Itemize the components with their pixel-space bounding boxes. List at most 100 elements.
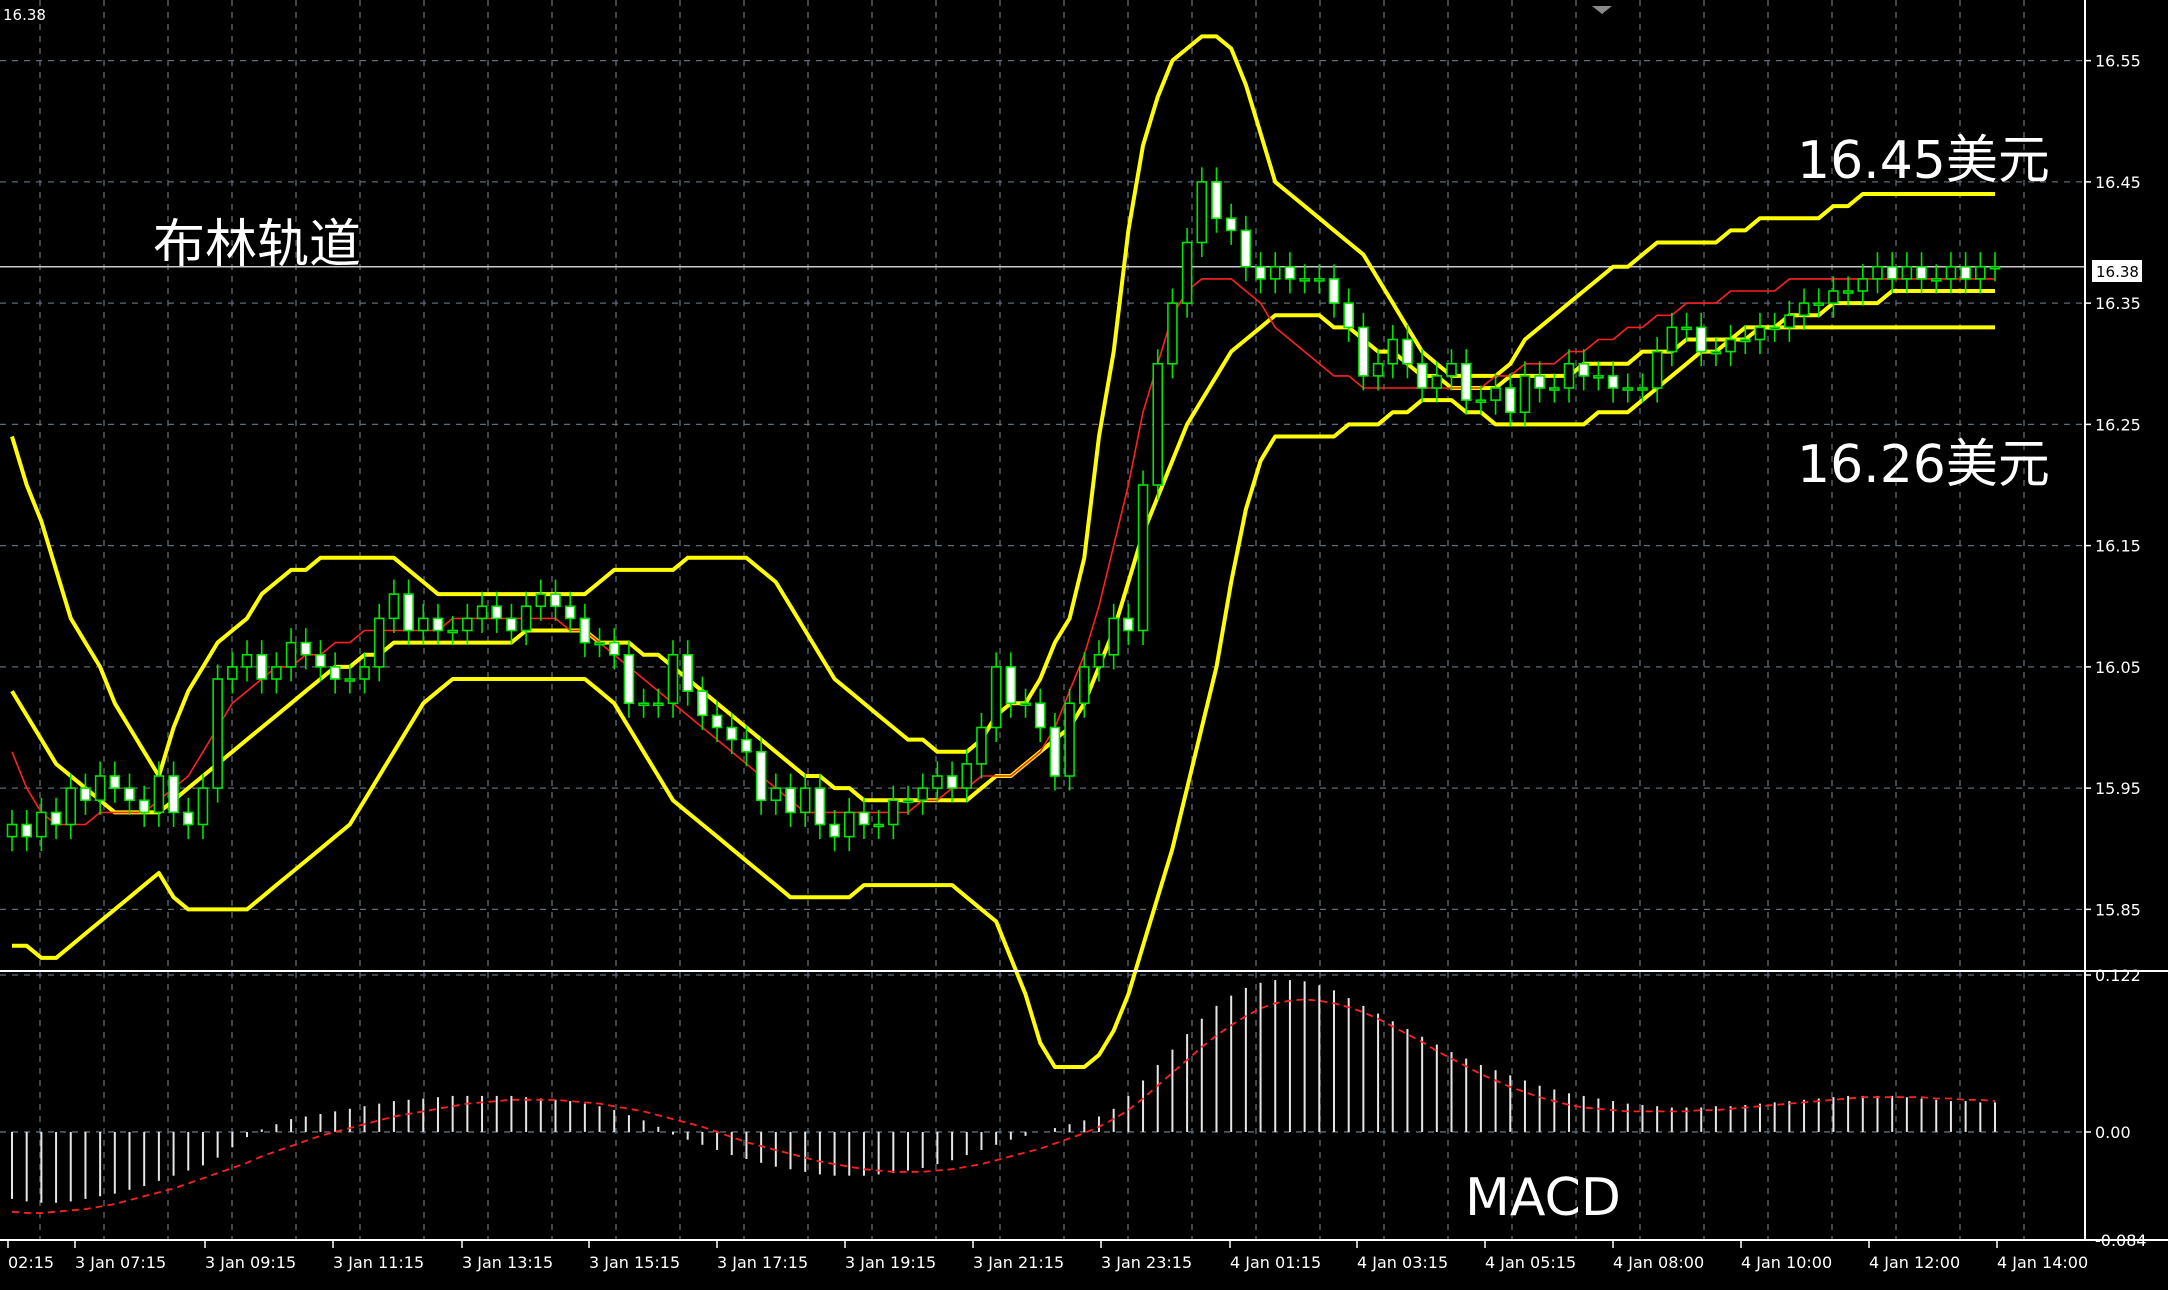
x-tick-label: 4 Jan 01:15 (1230, 1253, 1321, 1272)
x-tick-label: 4 Jan 12:00 (1869, 1253, 1960, 1272)
candle-down (1416, 362, 1428, 389)
candle-down (1034, 702, 1046, 729)
candle-up (197, 787, 209, 826)
candle-down (506, 617, 517, 632)
candle-down (21, 823, 32, 838)
candle-down (138, 799, 150, 814)
candle-down (1328, 278, 1340, 304)
price-chart: 16.55 16.45 16.35 16.25 16.15 16.05 15.95 15.85… (0, 0, 2168, 1290)
candle-up (388, 593, 400, 620)
candle-up (1490, 387, 1501, 401)
candle-down (1255, 265, 1266, 280)
macd-tick-label: 0.00 (2095, 1123, 2131, 1142)
y-tick-label: 16.15 (2095, 537, 2141, 556)
candle-up (1431, 375, 1443, 389)
candle-down (1504, 387, 1516, 414)
candle-down (168, 775, 179, 814)
candle-down (785, 787, 796, 814)
candle-up (594, 641, 605, 646)
candle-down (711, 714, 723, 729)
candle-up (1681, 326, 1692, 331)
candle-up (1519, 375, 1531, 414)
candle-up (1857, 278, 1869, 292)
candle-up (990, 666, 1002, 729)
candle-down (432, 617, 444, 632)
candle-up (888, 799, 899, 826)
lower-band-value-label: 16.26美元 (1797, 435, 2050, 495)
y-tick-label: 16.05 (2095, 658, 2141, 677)
candle-up (344, 678, 356, 682)
candle-up (153, 775, 165, 814)
x-tick-label: 4 Jan 10:00 (1741, 1253, 1832, 1272)
candle-down (579, 617, 591, 644)
candle-up (1842, 290, 1854, 294)
candle-up (1196, 181, 1208, 244)
candle-up (976, 726, 987, 765)
candle-up (1754, 326, 1766, 341)
candle-down (1916, 265, 1927, 280)
candle-up (476, 605, 488, 620)
candle-down (829, 823, 840, 838)
candle-down (1695, 326, 1707, 353)
candle-up (1563, 362, 1575, 389)
candle-up (271, 666, 282, 680)
candle-up (667, 653, 679, 705)
candle-down (623, 653, 635, 705)
candle-down (50, 811, 62, 826)
candle-up (1666, 326, 1678, 353)
candle-up (1901, 265, 1913, 280)
candle-up (6, 823, 18, 838)
x-tick-label: 3 Jan 15:15 (589, 1253, 680, 1272)
corner-price-label: 16.38 (3, 6, 46, 24)
candle-up (770, 787, 782, 802)
candle-up (1269, 265, 1281, 280)
candle-up (902, 799, 914, 804)
x-tick-label: 3 Jan 09:15 (205, 1253, 296, 1272)
candle-down (182, 811, 194, 826)
candle-down (1211, 181, 1222, 220)
candle-down (682, 653, 693, 692)
candle-down (1607, 375, 1619, 389)
candle-up (873, 823, 884, 828)
candle-down (1402, 338, 1413, 365)
candle-up (1798, 302, 1810, 317)
candle-up (94, 775, 106, 802)
current-price-label: 16.38 (2096, 263, 2139, 281)
candle-up (241, 653, 253, 668)
candle-down (1578, 362, 1590, 377)
candle-up (1372, 362, 1384, 377)
candle-up (1137, 484, 1149, 632)
candle-up (843, 811, 855, 838)
x-tick-label: 3 Jan 11:15 (333, 1253, 424, 1272)
candle-up (932, 775, 943, 789)
candle-up (1446, 362, 1457, 377)
y-tick-label: 15.95 (2095, 779, 2141, 798)
candle-up (1651, 350, 1663, 389)
candle-down (1049, 726, 1061, 777)
candle-up (212, 678, 223, 789)
candle-up (36, 811, 47, 838)
candle-down (755, 750, 767, 802)
candle-down (300, 641, 312, 656)
candle-up (462, 617, 473, 632)
candle-up (285, 641, 297, 668)
candle-down (1886, 265, 1898, 280)
candle-down (1240, 229, 1252, 268)
candle-up (1739, 338, 1751, 343)
candle-up (1622, 387, 1634, 391)
candle-down (858, 811, 870, 826)
candle-up (1930, 278, 1942, 282)
candle-up (1828, 290, 1839, 304)
x-tick-label: 4 Jan 08:00 (1613, 1253, 1704, 1272)
candle-down (697, 690, 708, 717)
candle-up (638, 702, 649, 707)
bollinger-label: 布林轨道 (153, 215, 361, 275)
candle-up (917, 787, 929, 802)
upper-band-value-label: 16.45美元 (1797, 131, 2050, 191)
y-tick-label: 16.25 (2095, 415, 2141, 434)
candle-up (1710, 350, 1722, 355)
candle-down (124, 787, 135, 802)
macd-label: MACD (1465, 1168, 1621, 1228)
candle-down (1225, 217, 1237, 232)
candle-up (1093, 653, 1105, 668)
